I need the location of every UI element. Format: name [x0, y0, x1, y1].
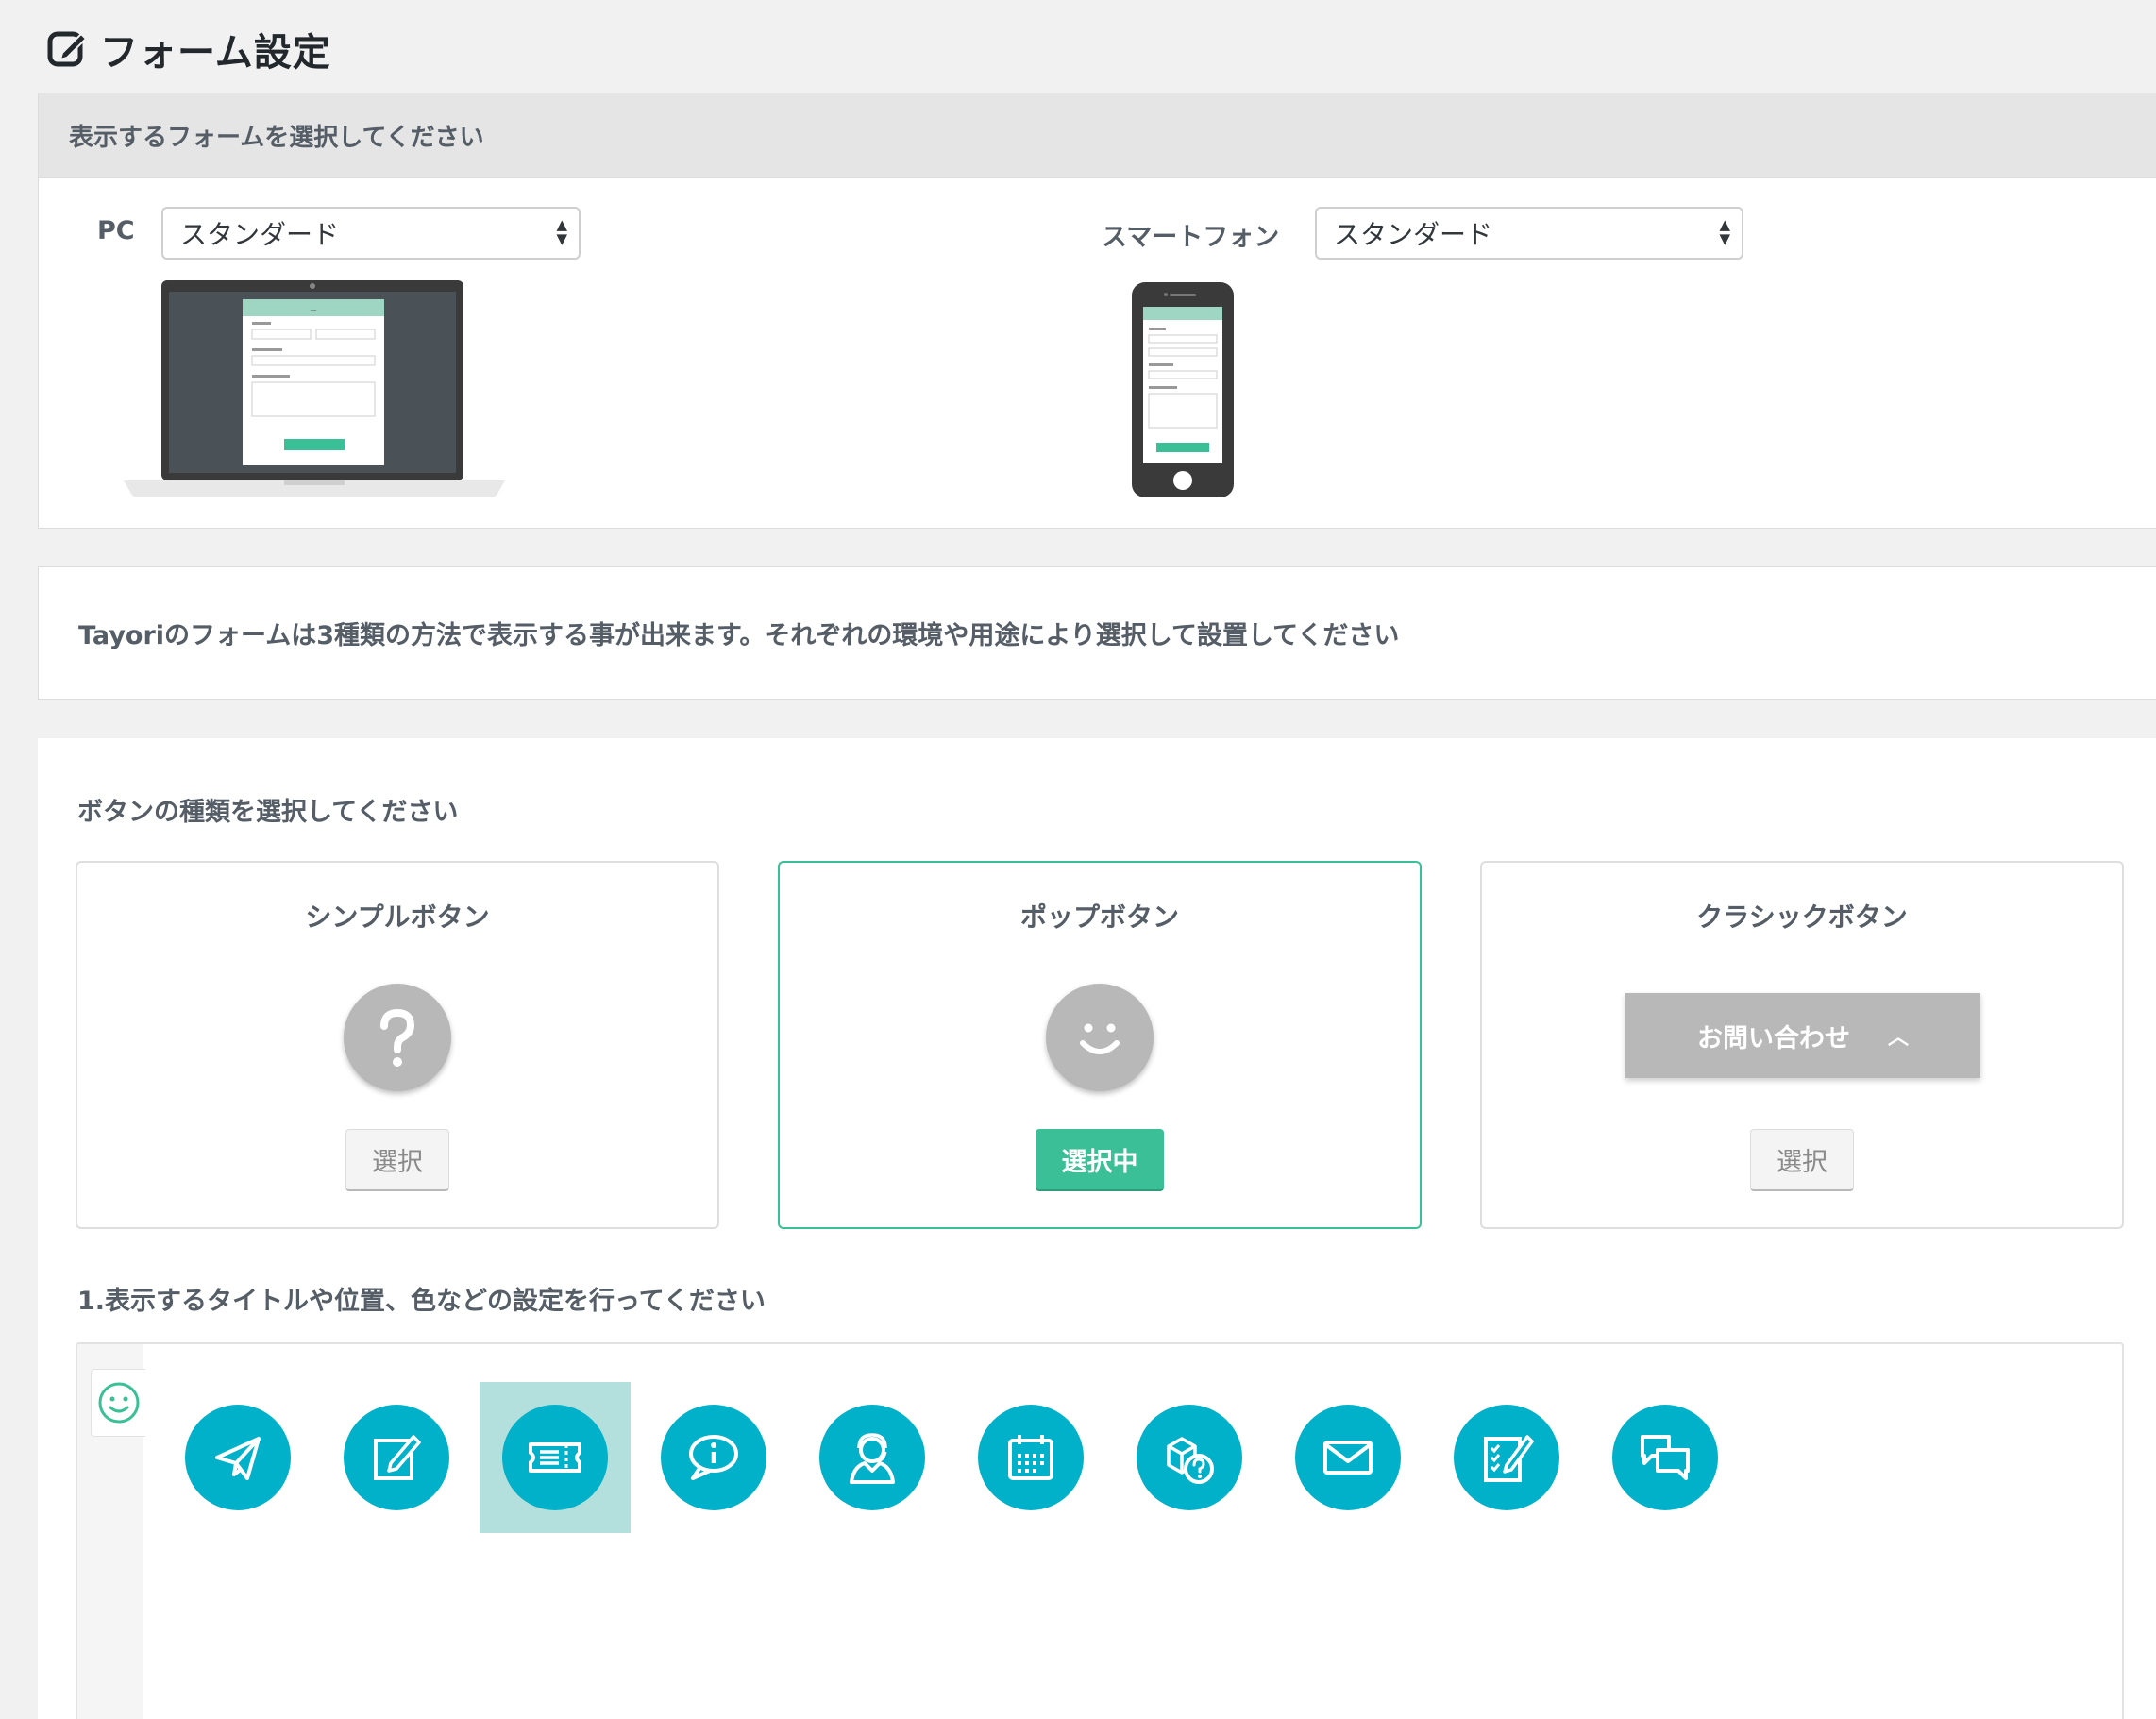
- icon-option-package-question[interactable]: [1114, 1382, 1265, 1533]
- page-header: フォーム設定: [45, 21, 331, 77]
- edit-note-icon: [374, 1435, 421, 1480]
- icon-option-operator[interactable]: [797, 1382, 948, 1533]
- calendar-icon: [1008, 1435, 1053, 1480]
- edit-square-icon: [47, 31, 88, 67]
- info-panel: Tayoriのフォームは3種類の方法で表示する事が出来ます。それぞれの環境や用途…: [38, 566, 2156, 700]
- icon-option-paper-plane[interactable]: [162, 1382, 313, 1533]
- chevron-up-icon: ︿: [1887, 1026, 1909, 1050]
- settings-heading: 1.表示するタイトルや位置、色などの設定を行ってください: [77, 1287, 766, 1316]
- icon-option-edit-note[interactable]: [321, 1382, 472, 1533]
- smartphone-form-select-value: スタンダード: [1334, 219, 1493, 250]
- button-type-panel: ボタンの種類を選択してください シンプルボタン 選択 ポップボタン 選択中 クラ…: [38, 738, 2156, 1719]
- svg-text:—: —: [311, 306, 317, 313]
- chat-bubbles-icon: [1641, 1435, 1690, 1480]
- operator-icon: [850, 1433, 895, 1484]
- icon-option-info-bubble[interactable]: [638, 1382, 789, 1533]
- simple-button-title: シンプルボタン: [305, 902, 490, 933]
- smiley-tab[interactable]: [91, 1369, 145, 1437]
- info-text: Tayoriのフォームは3種類の方法で表示する事が出来ます。それぞれの環境や用途…: [78, 621, 1400, 650]
- form-select-heading: 表示するフォームを選択してください: [39, 93, 2156, 178]
- package-question-icon: [1167, 1437, 1214, 1484]
- checklist-icon: [1484, 1435, 1534, 1482]
- pc-label: PC: [97, 216, 135, 245]
- pc-form-select-value: スタンダード: [180, 219, 340, 250]
- icon-option-checklist[interactable]: [1431, 1382, 1582, 1533]
- pop-button-title: ポップボタン: [1019, 902, 1179, 933]
- pc-form-preview: —: [124, 280, 505, 497]
- smartphone-form-preview: [1132, 282, 1234, 497]
- simple-button-select[interactable]: 選択: [345, 1129, 449, 1191]
- icon-chooser: [76, 1342, 2124, 1719]
- pop-button-card[interactable]: ポップボタン 選択中: [778, 861, 1422, 1229]
- envelope-icon: [1323, 1441, 1373, 1475]
- pop-button-selected[interactable]: 選択中: [1036, 1129, 1164, 1191]
- button-type-heading: ボタンの種類を選択してください: [77, 798, 459, 827]
- select-arrows-icon: ▲ ▼: [556, 216, 567, 247]
- select-arrows-icon: ▲ ▼: [1719, 216, 1730, 247]
- ticket-icon: [529, 1442, 581, 1473]
- smartphone-label: スマートフォン: [1102, 223, 1280, 252]
- page-title: フォーム設定: [100, 31, 331, 75]
- icon-option-calendar[interactable]: [955, 1382, 1106, 1533]
- info-bubble-icon: [689, 1435, 738, 1480]
- simple-button-card[interactable]: シンプルボタン 選択: [76, 861, 719, 1229]
- classic-button-select[interactable]: 選択: [1750, 1129, 1854, 1191]
- classic-button-preview: お問い合わせ ︿: [1625, 993, 1980, 1078]
- classic-button-title: クラシックボタン: [1696, 902, 1908, 933]
- question-mark-icon: [344, 984, 451, 1091]
- form-select-panel: 表示するフォームを選択してください PC スタンダード ▲ ▼ — スマートフォン…: [38, 93, 2156, 529]
- smiley-icon: [98, 1382, 139, 1424]
- classic-button-card[interactable]: クラシックボタン お問い合わせ ︿ 選択: [1480, 861, 2124, 1229]
- paper-plane-icon: [215, 1437, 261, 1480]
- pc-form-select[interactable]: スタンダード ▲ ▼: [161, 207, 581, 260]
- icon-option-chat-bubbles[interactable]: [1590, 1382, 1741, 1533]
- icon-option-ticket[interactable]: [480, 1382, 631, 1533]
- icon-option-envelope[interactable]: [1272, 1382, 1423, 1533]
- classic-button-preview-label: お問い合わせ: [1696, 1023, 1850, 1053]
- smartphone-form-select[interactable]: スタンダード ▲ ▼: [1315, 207, 1743, 260]
- smiley-icon: [1046, 984, 1154, 1091]
